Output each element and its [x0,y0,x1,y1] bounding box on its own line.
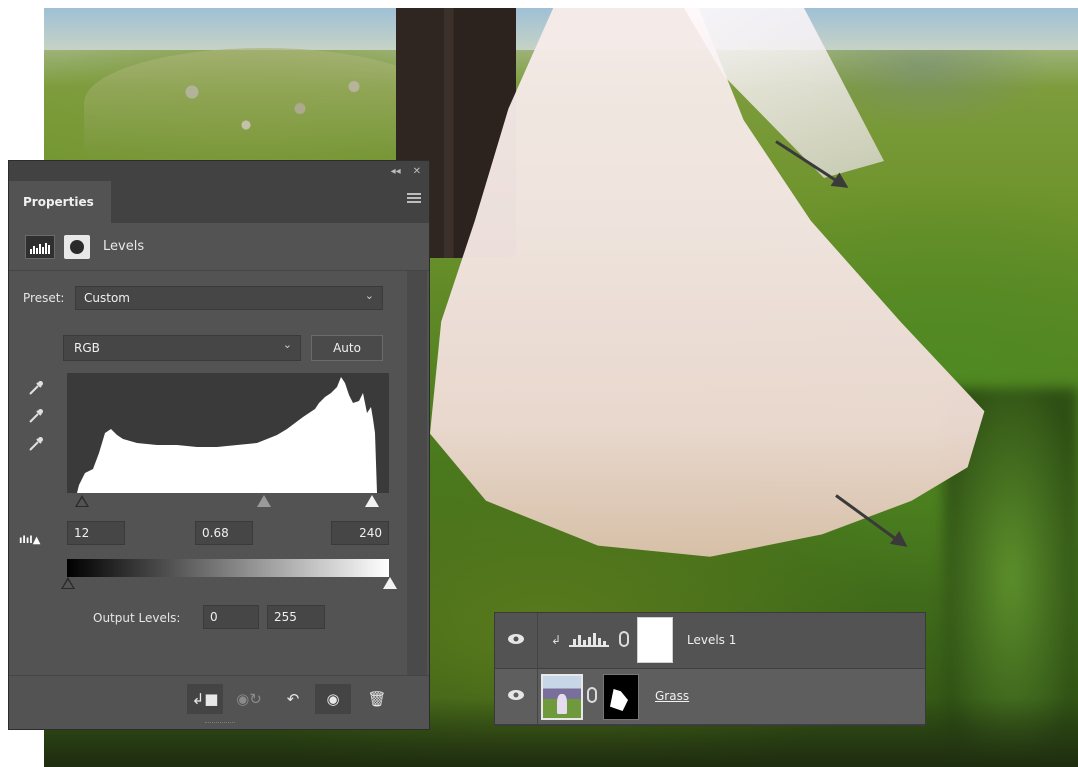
eyedropper-black-icon[interactable] [27,379,45,397]
layer-divider [537,669,538,725]
link-icon[interactable] [619,631,629,647]
black-point-handle[interactable] [75,495,89,507]
gamma-handle[interactable] [257,495,271,507]
close-icon[interactable]: ✕ [413,166,421,177]
input-black-field[interactable]: 12 [67,521,125,545]
input-levels-slider[interactable] [69,495,387,509]
visibility-icon[interactable]: ◉ [315,684,351,714]
mask-icon[interactable] [64,235,90,259]
tab-row: Properties [9,181,429,223]
clip-warning-icon[interactable]: ılıl▲ [19,535,53,551]
histogram-icon[interactable] [25,235,55,259]
white-point-handle[interactable] [365,495,379,507]
histogram [67,373,389,493]
preset-label: Preset: [23,291,65,305]
output-white-handle[interactable] [383,577,397,589]
panel-scrollbar[interactable] [407,271,427,675]
output-levels-slider[interactable] [61,577,397,591]
layer-divider [537,613,538,669]
properties-panel: ◂◂ ✕ Properties Levels Preset: Custom ⌄ … [8,160,430,730]
collapse-icon[interactable]: ◂◂ [391,166,401,177]
adjustment-header: Levels [9,223,429,271]
chevron-down-icon: ⌄ [282,338,292,351]
tab-properties[interactable]: Properties [9,181,111,223]
histogram-shape [77,377,377,493]
panel-menu-icon[interactable] [407,193,421,205]
input-white-field[interactable]: 240 [331,521,389,545]
channel-dropdown[interactable]: RGB ⌄ [63,335,301,361]
levels-adjustment-icon [569,633,609,647]
properties-toolbar: ↲■ ◉↻ ↶ ◉ 🗑 [9,675,429,719]
layer-mask-thumbnail[interactable] [637,617,673,663]
input-gamma-field[interactable]: 0.68 [195,521,253,545]
output-levels-label: Output Levels: [93,611,181,625]
resize-grip[interactable] [205,722,235,725]
layer-row-grass[interactable]: Grass [495,669,925,725]
preset-dropdown[interactable]: Custom ⌄ [75,286,383,310]
layer-mask-thumbnail[interactable] [603,674,639,720]
reset-icon[interactable]: ↶ [275,684,311,714]
clip-to-layer-icon[interactable]: ↲■ [187,684,223,714]
output-gradient-bar [67,559,389,577]
eyedropper-gray-icon[interactable] [27,407,45,425]
eyedropper-white-icon[interactable] [27,435,45,453]
link-icon[interactable] [587,687,597,703]
view-previous-icon[interactable]: ◉↻ [231,684,267,714]
channel-value: RGB [74,341,100,355]
eye-icon[interactable] [507,689,525,701]
output-black-handle[interactable] [61,577,75,589]
photo-hill [84,48,444,158]
layer-name[interactable]: Grass [655,689,689,703]
output-black-field[interactable]: 0 [203,605,259,629]
layer-row-levels[interactable]: ↲ Levels 1 [495,613,925,669]
delete-icon[interactable]: 🗑 [359,684,395,714]
clipping-arrow-icon: ↲ [551,633,562,647]
layer-thumbnail[interactable] [541,674,583,720]
layers-panel: ↲ Levels 1 Grass [494,612,926,726]
adjustment-title: Levels [103,239,145,254]
auto-button[interactable]: Auto [311,335,383,361]
layer-name[interactable]: Levels 1 [687,633,736,647]
output-white-field[interactable]: 255 [267,605,325,629]
panel-title-bar: ◂◂ ✕ [9,161,429,181]
eye-icon[interactable] [507,633,525,645]
chevron-down-icon: ⌄ [364,289,374,302]
preset-value: Custom [84,291,130,305]
